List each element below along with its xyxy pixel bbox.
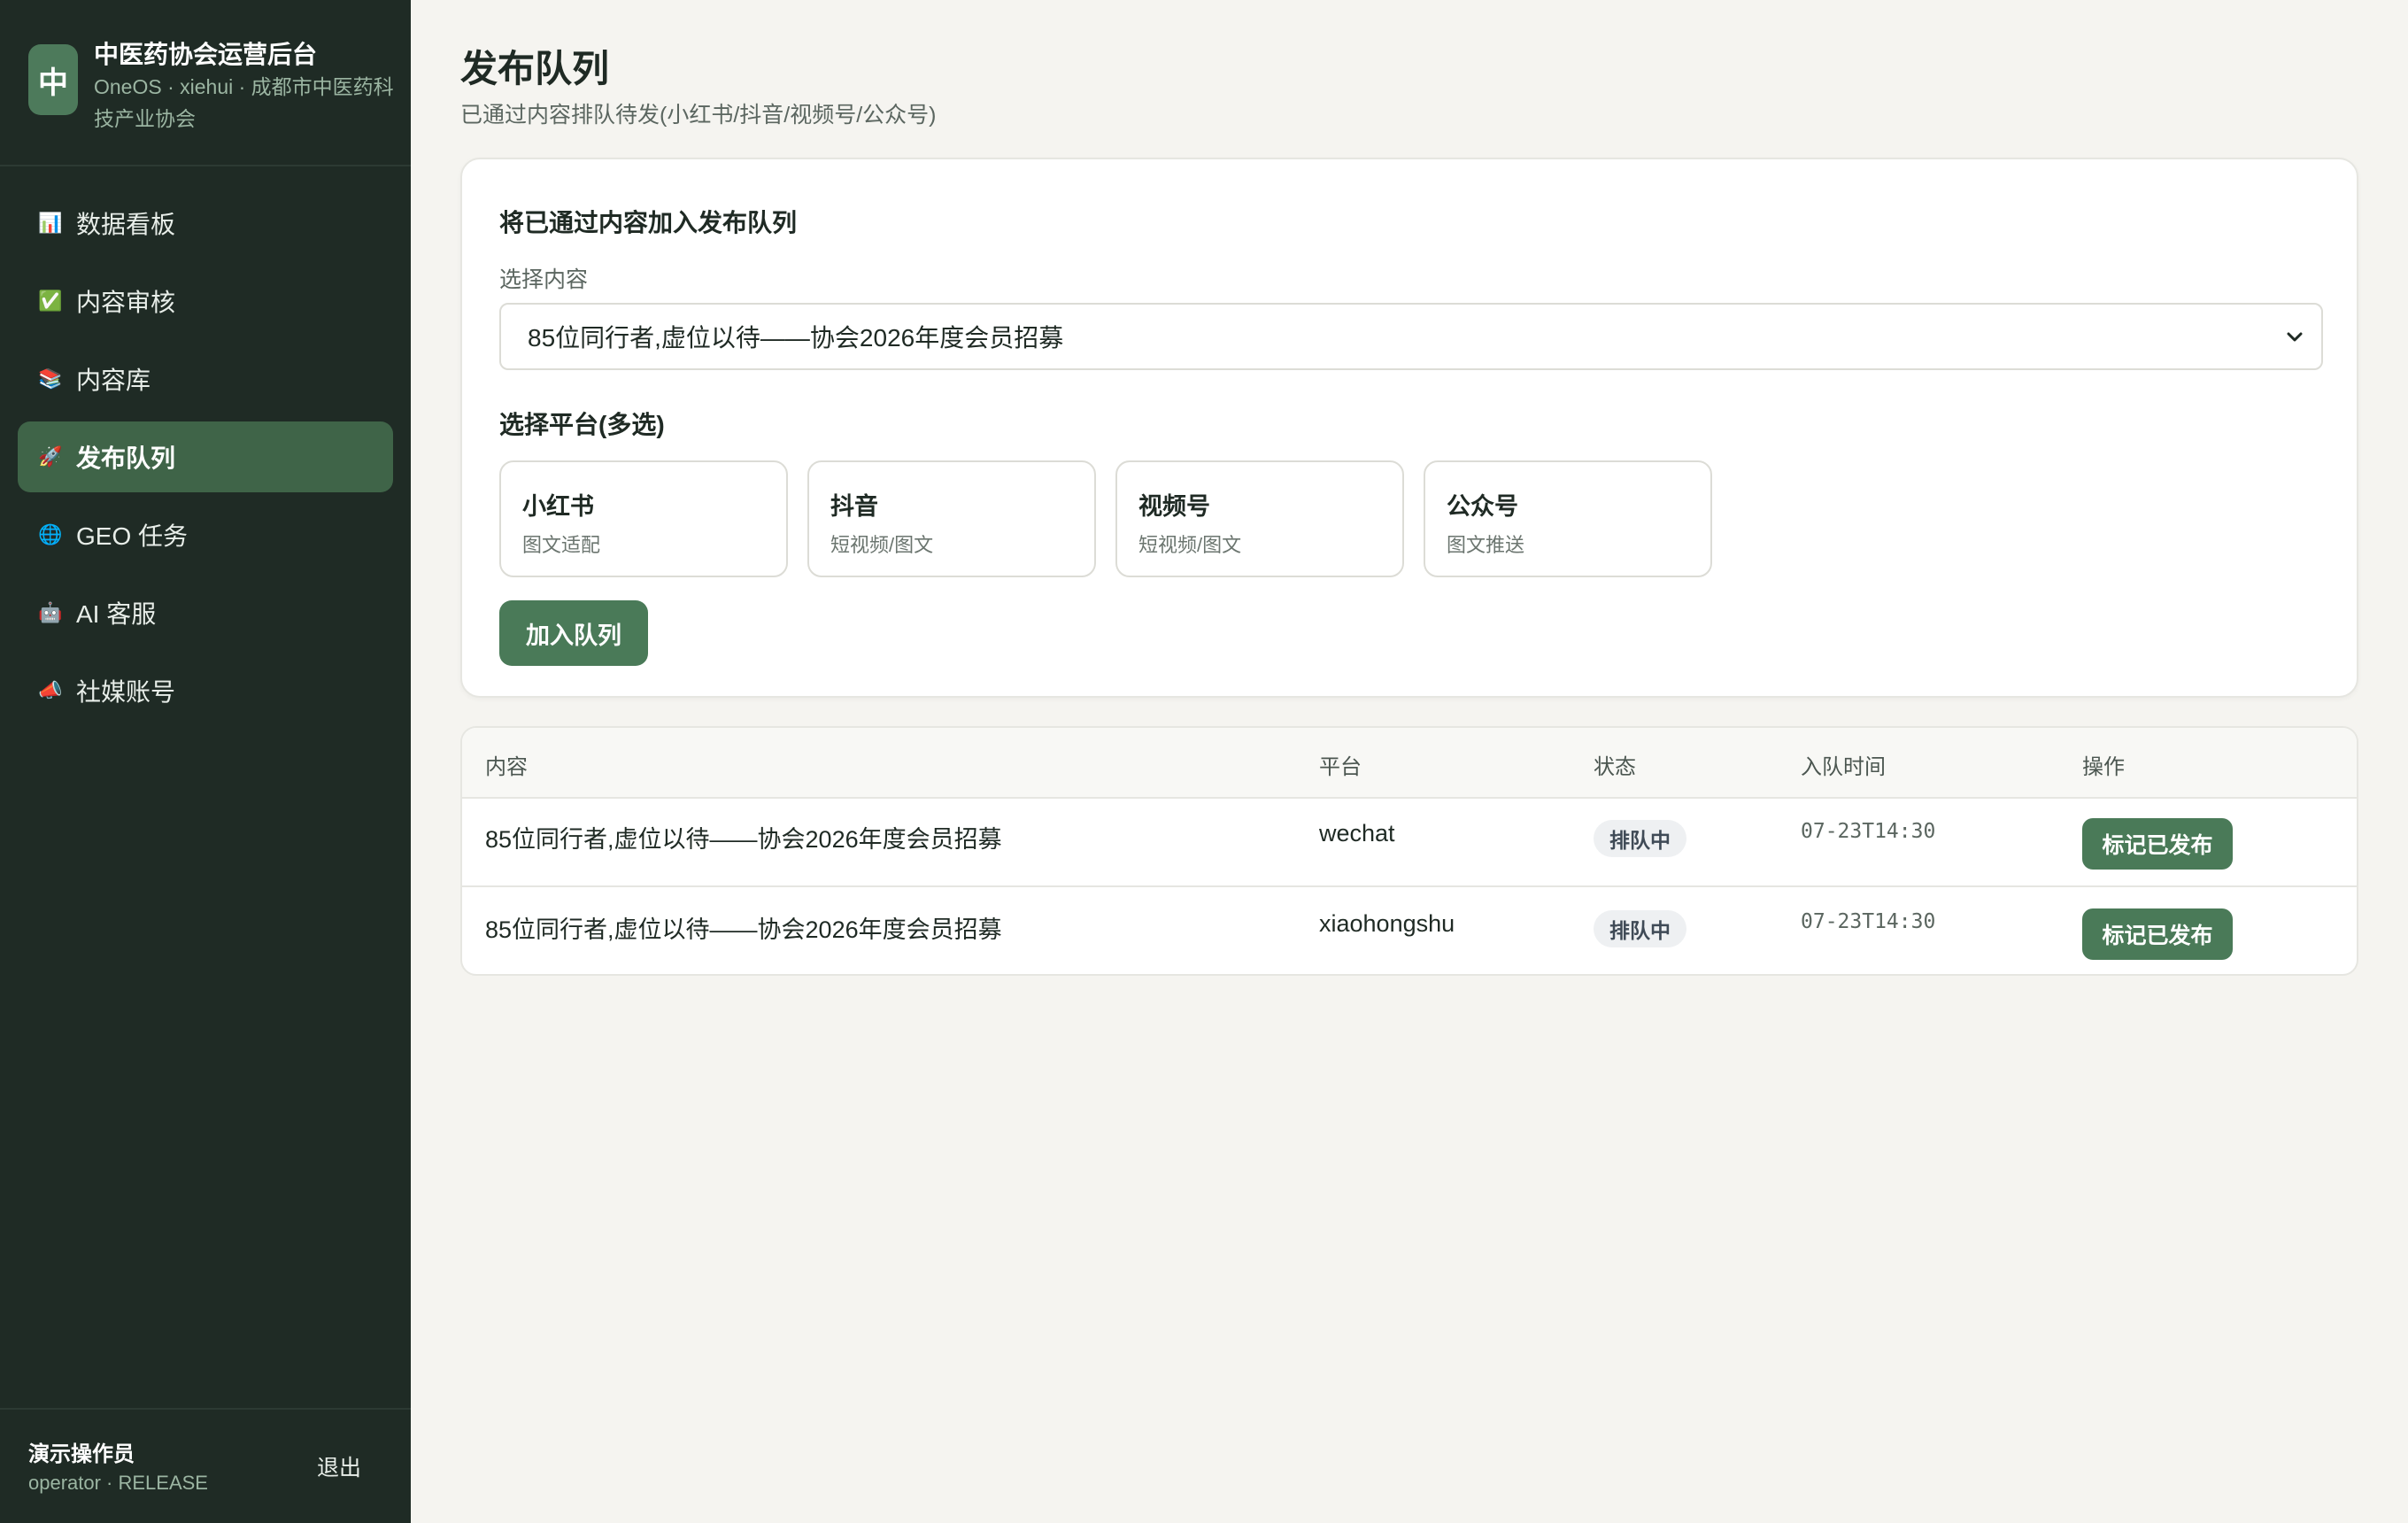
platform-name: 抖音 [830,493,878,520]
sidebar-item-library[interactable]: 📚 内容库 [18,344,393,414]
mark-published-button[interactable]: 标记已发布 [2082,908,2233,960]
column-header-platform: 平台 [1319,755,1362,779]
row-content: 85位同行者,虚位以待——协会2026年度会员招募 [485,826,1002,853]
sidebar-nav: 📊 数据看板 ✅ 内容审核 📚 内容库 🚀 发布队列 🌐 GEO 任务 🤖 AI… [18,188,393,733]
robot-icon: 🤖 [38,601,63,623]
add-to-queue-button[interactable]: 加入队列 [499,600,648,666]
sidebar: 中 中医药协会运营后台 OneOS · xiehui · 成都市中医药科技产业协… [0,0,411,1523]
sidebar-item-label: 内容审核 [76,289,176,316]
table-row: 85位同行者,虚位以待——协会2026年度会员招募 xiaohongshu 排队… [462,889,2357,974]
row-platform: wechat [1319,820,1395,847]
status-badge: 排队中 [1594,910,1686,947]
status-badge: 排队中 [1594,820,1686,857]
sidebar-item-label: 数据看板 [76,211,176,238]
brand: 中 中医药协会运营后台 OneOS · xiehui · 成都市中医药科技产业协… [28,35,400,151]
page-title: 发布队列 [460,48,610,89]
sidebar-item-label: AI 客服 [76,600,157,628]
platform-name: 视频号 [1138,493,1210,520]
sidebar-footer-divider [0,1408,411,1410]
platform-desc: 图文推送 [1447,534,1525,556]
platform-name: 小红书 [522,493,594,520]
chart-icon: 📊 [38,212,63,234]
app-subtitle: OneOS · xiehui · 成都市中医药科技产业协会 [94,75,394,130]
column-header-content: 内容 [485,755,528,779]
form-title: 将已通过内容加入发布队列 [499,209,798,236]
platform-select-label: 选择平台(多选) [499,411,665,438]
platform-desc: 短视频/图文 [830,534,934,556]
platform-name: 公众号 [1447,493,1518,520]
sidebar-item-review[interactable]: ✅ 内容审核 [18,266,393,336]
platform-option-xiaohongshu[interactable]: 小红书 图文适配 [499,460,788,577]
sidebar-item-geo-tasks[interactable]: 🌐 GEO 任务 [18,499,393,570]
queue-table: 内容 平台 状态 入队时间 操作 85位同行者,虚位以待——协会2026年度会员… [460,726,2358,976]
enqueue-form-card: 将已通过内容加入发布队列 选择内容 85位同行者,虚位以待——协会2026年度会… [460,158,2358,698]
content-select[interactable]: 85位同行者,虚位以待——协会2026年度会员招募 [499,303,2323,370]
column-header-status: 状态 [1594,755,1636,779]
column-header-queued-time: 入队时间 [1801,755,1886,779]
sidebar-item-label: 社媒账号 [76,678,176,706]
content-select-label: 选择内容 [499,267,589,292]
row-queued-time: 07-23T14:30 [1801,820,1936,843]
globe-icon: 🌐 [38,523,63,545]
table-row: 85位同行者,虚位以待——协会2026年度会员招募 wechat 排队中 07-… [462,799,2357,887]
platform-option-douyin[interactable]: 抖音 短视频/图文 [807,460,1096,577]
row-queued-time: 07-23T14:30 [1801,910,1936,933]
brand-logo: 中 [28,44,78,115]
rocket-icon: 🚀 [38,445,63,468]
sidebar-item-dashboard[interactable]: 📊 数据看板 [18,188,393,259]
row-platform: xiaohongshu [1319,910,1455,937]
sidebar-item-label: 内容库 [76,367,151,394]
row-content: 85位同行者,虚位以待——协会2026年度会员招募 [485,916,1002,943]
sidebar-item-social-accounts[interactable]: 📣 社媒账号 [18,655,393,726]
platform-desc: 图文适配 [522,534,601,556]
check-icon: ✅ [38,290,63,312]
mark-published-button[interactable]: 标记已发布 [2082,818,2233,870]
sidebar-item-publish-queue[interactable]: 🚀 发布队列 [18,421,393,492]
books-icon: 📚 [38,367,63,390]
logout-button[interactable]: 退出 [317,1450,361,1482]
platform-option-channels[interactable]: 视频号 短视频/图文 [1115,460,1404,577]
sidebar-divider [0,165,411,166]
sidebar-item-label: GEO 任务 [76,522,189,550]
sidebar-item-ai-support[interactable]: 🤖 AI 客服 [18,577,393,648]
table-header: 内容 平台 状态 入队时间 操作 [462,728,2357,799]
user-name: 演示操作员 [28,1442,135,1466]
platform-desc: 短视频/图文 [1138,534,1242,556]
megaphone-icon: 📣 [38,679,63,701]
platform-options: 小红书 图文适配 抖音 短视频/图文 视频号 短视频/图文 公众号 图文推送 [499,460,1739,577]
sidebar-item-label: 发布队列 [76,445,176,472]
platform-option-wechat-official[interactable]: 公众号 图文推送 [1424,460,1712,577]
content-select-value: 85位同行者,虚位以待——协会2026年度会员招募 [528,324,1064,352]
chevron-down-icon [2287,332,2303,342]
page-subtitle: 已通过内容排队待发(小红书/抖音/视频号/公众号) [460,103,937,128]
user-role: operator · RELEASE [28,1472,208,1494]
app-title: 中医药协会运营后台 [94,41,318,68]
column-header-action: 操作 [2082,755,2125,779]
